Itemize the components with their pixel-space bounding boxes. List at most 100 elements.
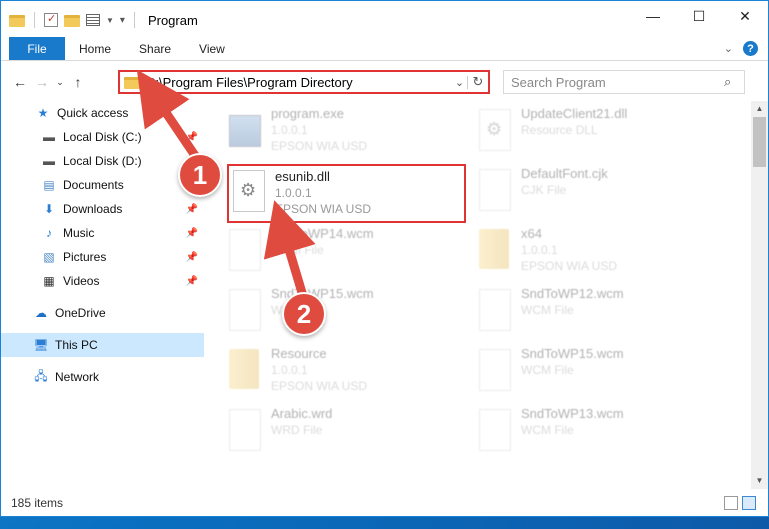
- documents-icon: ▤: [43, 178, 55, 192]
- nav-item-documents[interactable]: ▤ Documents 📌: [1, 173, 204, 197]
- status-bar: 185 items: [1, 489, 768, 517]
- explorer-window: ▼ ▾ Program — ☐ ✕ File Home Share View ⌄…: [0, 0, 769, 517]
- new-folder-icon[interactable]: [64, 15, 80, 27]
- file-detail: EPSON WIA USD: [275, 202, 372, 216]
- scrollbar-thumb[interactable]: [753, 117, 766, 167]
- customize-toolbar-icon[interactable]: ▾: [120, 15, 125, 26]
- vertical-scrollbar[interactable]: ▲ ▼: [751, 101, 768, 489]
- file-detail: Resource DLL: [521, 123, 598, 137]
- separator: [133, 12, 135, 28]
- cloud-icon: ☁: [35, 306, 47, 320]
- file-item[interactable]: x64 1.0.0.1 EPSON WIA USD: [457, 225, 697, 285]
- file-item[interactable]: UpdateClient21.dll Resource DLL: [457, 105, 697, 165]
- title-bar: ▼ ▾ Program — ☐ ✕: [1, 1, 768, 39]
- search-box[interactable]: Search Program ⌕: [503, 70, 745, 94]
- tiles-view-icon[interactable]: [742, 496, 756, 510]
- properties-check-icon[interactable]: [44, 12, 58, 27]
- pin-icon[interactable]: 📌: [186, 204, 198, 215]
- scroll-down-icon[interactable]: ▼: [751, 473, 768, 489]
- nav-item-local-disk-c[interactable]: ▬ Local Disk (C:) 📌: [1, 125, 204, 149]
- document-file-icon: [229, 289, 261, 331]
- chevron-down-icon[interactable]: ⌄: [452, 75, 468, 89]
- minimize-button[interactable]: —: [630, 1, 676, 31]
- nav-item-music[interactable]: ♪ Music 📌: [1, 221, 204, 245]
- nav-item-network[interactable]: 🖧 Network: [1, 365, 204, 389]
- forward-arrow-icon[interactable]: →: [31, 74, 53, 90]
- pin-icon[interactable]: 📌: [186, 132, 198, 143]
- nav-item-pictures[interactable]: ▧ Pictures 📌: [1, 245, 204, 269]
- nav-item-onedrive[interactable]: ☁ OneDrive: [1, 301, 204, 325]
- document-file-icon: [479, 409, 511, 451]
- scroll-up-icon[interactable]: ▲: [751, 101, 768, 117]
- file-item[interactable]: SndToWP13.wcm WCM File: [457, 405, 697, 465]
- file-name: x64: [521, 226, 542, 241]
- file-item[interactable]: SndToWP15.wcm WCM File: [207, 285, 447, 345]
- file-item-esunib-dll[interactable]: esunib.dll 1.0.0.1 EPSON WIA USD: [227, 164, 466, 223]
- recent-locations-icon[interactable]: ⌄: [53, 77, 67, 88]
- file-name: program.exe: [271, 106, 344, 121]
- tab-file[interactable]: File: [9, 37, 65, 60]
- nav-item-label: Network: [55, 370, 100, 384]
- view-options-icon[interactable]: [86, 14, 100, 26]
- nav-item-label: Downloads: [63, 202, 123, 216]
- help-icon[interactable]: ?: [743, 41, 758, 56]
- up-arrow-icon[interactable]: ↑: [67, 74, 89, 90]
- file-detail: EPSON WIA USD: [271, 139, 368, 153]
- file-detail: WCM File: [521, 423, 574, 437]
- file-name: SndToWP12.wcm: [521, 286, 624, 301]
- separator: [34, 12, 35, 28]
- close-button[interactable]: ✕: [722, 1, 768, 31]
- file-detail: WCM File: [521, 363, 574, 377]
- file-item[interactable]: Resource 1.0.0.1 EPSON WIA USD: [207, 345, 447, 405]
- dll-file-icon: [479, 109, 511, 151]
- file-name: UpdateClient21.dll: [521, 106, 628, 121]
- nav-item-downloads[interactable]: ⬇ Downloads 📌: [1, 197, 204, 221]
- maximize-button[interactable]: ☐: [676, 1, 722, 31]
- file-item[interactable]: Arabic.wrd WRD File: [207, 405, 447, 465]
- file-item[interactable]: SndToWP14.wcm WCM File: [207, 225, 447, 285]
- file-item[interactable]: program.exe 1.0.0.1 EPSON WIA USD: [207, 105, 447, 165]
- address-path[interactable]: C:\Program Files\Program Directory: [146, 75, 452, 90]
- ribbon-controls: ⌄ ?: [724, 41, 758, 56]
- pin-icon[interactable]: 📌: [186, 252, 198, 263]
- file-item[interactable]: DefaultFont.cjk CJK File: [457, 165, 697, 225]
- tab-home[interactable]: Home: [65, 37, 125, 60]
- file-name: Arabic.wrd: [271, 406, 333, 421]
- details-view-icon[interactable]: [724, 496, 738, 510]
- chevron-down-icon[interactable]: ▼: [106, 16, 114, 25]
- address-bar[interactable]: C:\Program Files\Program Directory ⌄ ↻: [118, 70, 490, 94]
- nav-item-quick-access[interactable]: ★ Quick access: [1, 101, 204, 125]
- nav-item-videos[interactable]: ▦ Videos 📌: [1, 269, 204, 293]
- search-icon[interactable]: ⌕: [724, 74, 744, 90]
- drive-icon: ▬: [43, 154, 55, 168]
- tab-view[interactable]: View: [185, 37, 239, 60]
- pin-icon[interactable]: 📌: [186, 228, 198, 239]
- file-detail: CJK File: [521, 183, 567, 197]
- file-item[interactable]: SndToWP15.wcm WCM File: [457, 345, 697, 405]
- file-detail: 1.0.0.1: [271, 123, 308, 137]
- ribbon-tabs: File Home Share View ⌄ ?: [1, 37, 768, 61]
- download-icon: ⬇: [43, 202, 55, 216]
- star-icon: ★: [37, 106, 49, 120]
- refresh-icon[interactable]: ↻: [468, 74, 488, 90]
- file-name: Resource: [271, 346, 327, 361]
- expand-ribbon-icon[interactable]: ⌄: [724, 42, 733, 55]
- network-icon: 🖧: [34, 368, 48, 383]
- file-detail: WRD File: [271, 423, 323, 437]
- nav-item-this-pc[interactable]: 🖥 This PC: [1, 333, 204, 357]
- nav-item-label: Videos: [63, 274, 100, 288]
- file-name: SndToWP14.wcm: [271, 226, 374, 241]
- file-detail: WCM File: [271, 243, 324, 257]
- tab-share[interactable]: Share: [125, 37, 185, 60]
- back-arrow-icon[interactable]: ←: [9, 74, 31, 90]
- pin-icon[interactable]: 📌: [186, 276, 198, 287]
- pc-icon: 🖥: [33, 338, 49, 352]
- music-icon: ♪: [46, 226, 52, 240]
- file-detail: WCM File: [521, 303, 574, 317]
- file-item[interactable]: SndToWP12.wcm WCM File: [457, 285, 697, 345]
- search-input[interactable]: Search Program: [511, 75, 724, 90]
- nav-item-local-disk-d[interactable]: ▬ Local Disk (D:) 📌: [1, 149, 204, 173]
